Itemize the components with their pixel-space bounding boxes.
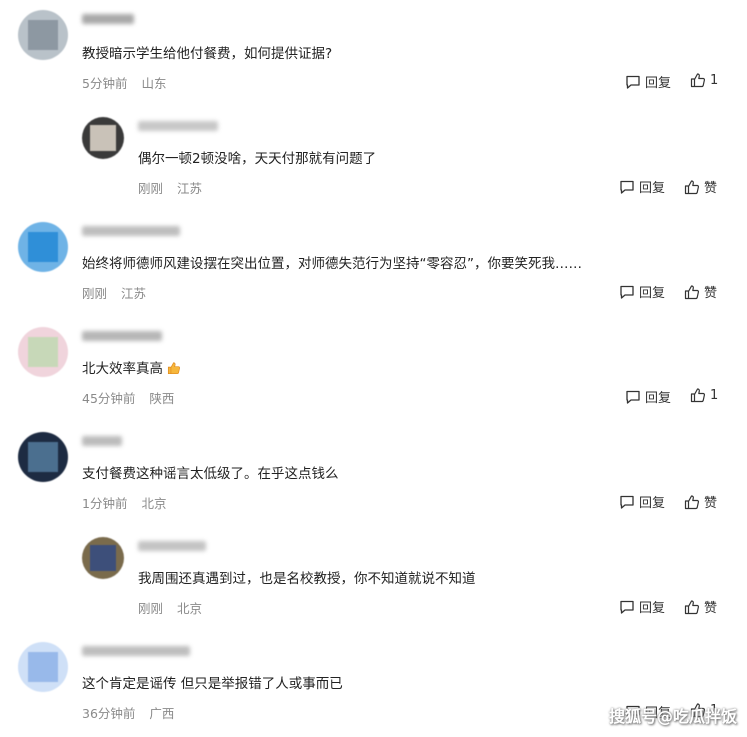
thumbs-up-emoji — [167, 362, 180, 375]
comment-time: 45分钟前 — [82, 391, 136, 406]
username[interactable] — [82, 14, 134, 24]
like-label: 1 — [710, 387, 719, 403]
comment-time: 36分钟前 — [82, 706, 136, 721]
comment-text: 北大效率真高 — [82, 357, 181, 377]
comment-text: 支付餐费这种谣言太低级了。在乎这点钱么 — [82, 466, 339, 482]
reply-label: 回复 — [639, 181, 666, 196]
reply-comment-2: 我周围还真遇到过，也是名校教授，你不知道就说不知道 刚刚 北京 回复 赞 — [0, 525, 747, 630]
thumbs-up-icon — [690, 388, 706, 403]
thumbs-up-icon — [684, 179, 700, 194]
comment-text: 始终将师德师风建设摆在突出位置，对师德失范行为坚持“零容忍”，你要笑死我…… — [82, 256, 582, 272]
comment-text-content: 北大效率真高 — [82, 361, 163, 377]
comment-location: 山东 — [141, 76, 167, 91]
comment-bubble-icon — [620, 285, 634, 299]
comment-time: 刚刚 — [82, 286, 108, 301]
username[interactable] — [82, 331, 162, 341]
avatar[interactable] — [82, 117, 124, 159]
reply-comment-1: 偶尔一顿2顿没啥，天天付那就有问题了 刚刚 江苏 回复 赞 — [0, 105, 747, 210]
reply-button[interactable]: 回复 — [619, 492, 665, 511]
comment-time: 刚刚 — [138, 601, 164, 616]
avatar[interactable] — [18, 432, 68, 482]
comment-bubble-icon — [620, 180, 634, 194]
comment-1: 教授暗示学生给他付餐费，如何提供证据? 5分钟前 山东 回复 1 — [0, 0, 747, 105]
username[interactable] — [82, 226, 180, 236]
reply-button[interactable]: 回复 — [625, 72, 671, 91]
reply-label: 回复 — [645, 391, 672, 406]
comment-location: 陕西 — [149, 391, 175, 406]
comment-location: 江苏 — [121, 286, 147, 301]
comment-4: 支付餐费这种谣言太低级了。在乎这点钱么 1分钟前 北京 回复 赞 — [0, 420, 747, 525]
comment-meta: 1分钟前 北京 — [82, 493, 166, 512]
comment-time: 1分钟前 — [82, 496, 128, 511]
comment-meta: 36分钟前 广西 — [82, 703, 174, 722]
comment-meta: 5分钟前 山东 — [82, 73, 166, 92]
like-button[interactable]: 赞 — [684, 597, 717, 616]
comment-text: 偶尔一顿2顿没啥，天天付那就有问题了 — [138, 151, 377, 167]
avatar[interactable] — [18, 327, 68, 377]
comment-3: 北大效率真高 45分钟前 陕西 回复 1 — [0, 315, 747, 420]
like-button[interactable]: 赞 — [684, 177, 717, 196]
comment-location: 北京 — [177, 601, 203, 616]
comment-meta: 刚刚 北京 — [138, 598, 202, 617]
comment-bubble-icon — [620, 495, 634, 509]
reply-button[interactable]: 回复 — [619, 597, 665, 616]
thumbs-up-icon — [684, 284, 700, 299]
like-label: 赞 — [704, 181, 718, 196]
reply-button[interactable]: 回复 — [619, 177, 665, 196]
comment-location: 北京 — [141, 496, 167, 511]
comment-text: 我周围还真遇到过，也是名校教授，你不知道就说不知道 — [138, 571, 476, 587]
comment-meta: 刚刚 江苏 — [138, 178, 202, 197]
comment-text: 教授暗示学生给他付餐费，如何提供证据? — [82, 46, 333, 62]
reply-button[interactable]: 回复 — [625, 387, 671, 406]
comment-location: 江苏 — [177, 181, 203, 196]
like-label: 赞 — [704, 496, 718, 511]
thumbs-up-icon — [684, 494, 700, 509]
comment-2: 始终将师德师风建设摆在突出位置，对师德失范行为坚持“零容忍”，你要笑死我…… 刚… — [0, 210, 747, 315]
reply-label: 回复 — [639, 601, 666, 616]
reply-label: 回复 — [645, 76, 672, 91]
like-label: 赞 — [704, 286, 718, 301]
like-label: 1 — [710, 72, 719, 88]
comment-time: 5分钟前 — [82, 76, 128, 91]
username[interactable] — [138, 121, 218, 131]
username[interactable] — [138, 541, 206, 551]
reply-button[interactable]: 回复 — [619, 282, 665, 301]
like-label: 赞 — [704, 601, 718, 616]
avatar[interactable] — [82, 537, 124, 579]
username[interactable] — [82, 646, 190, 656]
comment-text: 这个肯定是谣传 但只是举报错了人或事而已 — [82, 676, 343, 692]
username[interactable] — [82, 436, 122, 446]
avatar[interactable] — [18, 642, 68, 692]
like-button[interactable]: 赞 — [684, 492, 717, 511]
comment-meta: 45分钟前 陕西 — [82, 388, 174, 407]
like-button[interactable]: 1 — [690, 387, 718, 403]
like-button[interactable]: 1 — [690, 72, 718, 88]
reply-label: 回复 — [639, 496, 666, 511]
comment-time: 刚刚 — [138, 181, 164, 196]
comment-bubble-icon — [620, 600, 634, 614]
watermark: 搜狐号@吃瓜拌饭 — [608, 707, 737, 726]
avatar[interactable] — [18, 222, 68, 272]
thumbs-up-icon — [684, 599, 700, 614]
thumbs-up-icon — [690, 73, 706, 88]
comment-bubble-icon — [626, 390, 640, 404]
avatar[interactable] — [18, 10, 68, 60]
reply-label: 回复 — [639, 286, 666, 301]
comment-location: 广西 — [149, 706, 175, 721]
comment-bubble-icon — [626, 75, 640, 89]
like-button[interactable]: 赞 — [684, 282, 717, 301]
comment-meta: 刚刚 江苏 — [82, 283, 146, 302]
